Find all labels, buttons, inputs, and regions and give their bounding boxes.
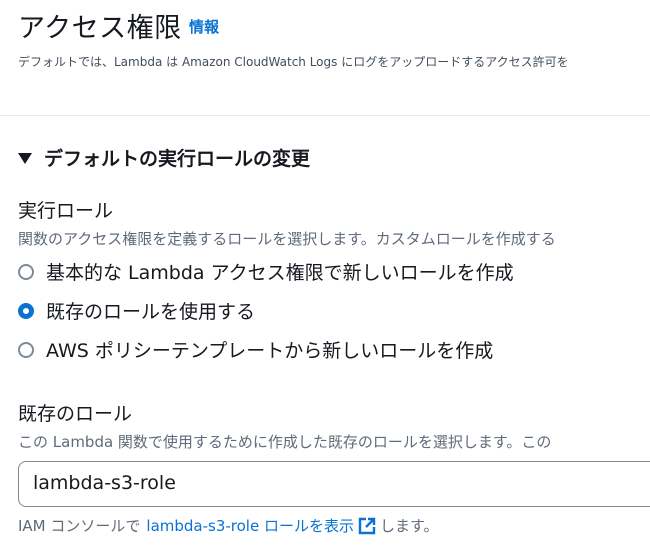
expander-label: デフォルトの実行ロールの変更 — [44, 148, 311, 170]
external-link-icon[interactable] — [357, 516, 377, 536]
existing-role-helper: IAM コンソールで lambda-s3-role ロールを表示 します。 — [18, 515, 439, 536]
radio-create-basic-role[interactable]: 基本的な Lambda アクセス権限で新しいロールを作成 — [18, 258, 514, 285]
caret-down-icon — [18, 153, 32, 164]
radio-button-checked[interactable] — [18, 302, 34, 319]
radio-button-unchecked[interactable] — [18, 341, 34, 358]
helper-suffix: します。 — [379, 517, 439, 535]
radio-create-from-template[interactable]: AWS ポリシーテンプレートから新しいロールを作成 — [18, 336, 493, 363]
change-default-role-expander[interactable]: デフォルトの実行ロールの変更 — [18, 144, 310, 171]
radio-use-existing-role[interactable]: 既存のロールを使用する — [18, 297, 255, 324]
radio-label: AWS ポリシーテンプレートから新しいロールを作成 — [46, 340, 494, 362]
info-link[interactable]: 情報 — [189, 16, 219, 37]
execution-role-description: 関数のアクセス権限を定義するロールを選択します。カスタムロールを作成する — [18, 230, 556, 248]
existing-role-description: この Lambda 関数で使用するために作成した既存のロールを選択します。この — [18, 433, 552, 451]
existing-role-select[interactable]: lambda-s3-role — [18, 461, 650, 507]
section-divider — [0, 115, 650, 116]
radio-label: 基本的な Lambda アクセス権限で新しいロールを作成 — [46, 262, 514, 284]
radio-button-unchecked[interactable] — [18, 263, 34, 280]
existing-role-label: 既存のロール — [18, 403, 133, 425]
view-role-link[interactable]: lambda-s3-role ロールを表示 — [146, 515, 354, 536]
section-description: デフォルトでは、Lambda は Amazon CloudWatch Logs … — [18, 55, 569, 69]
execution-role-label: 実行ロール — [18, 200, 114, 222]
helper-prefix: IAM コンソールで — [18, 517, 141, 535]
existing-role-value: lambda-s3-role — [33, 472, 176, 494]
page-title: アクセス権限 — [18, 13, 182, 44]
radio-label: 既存のロールを使用する — [46, 301, 256, 323]
